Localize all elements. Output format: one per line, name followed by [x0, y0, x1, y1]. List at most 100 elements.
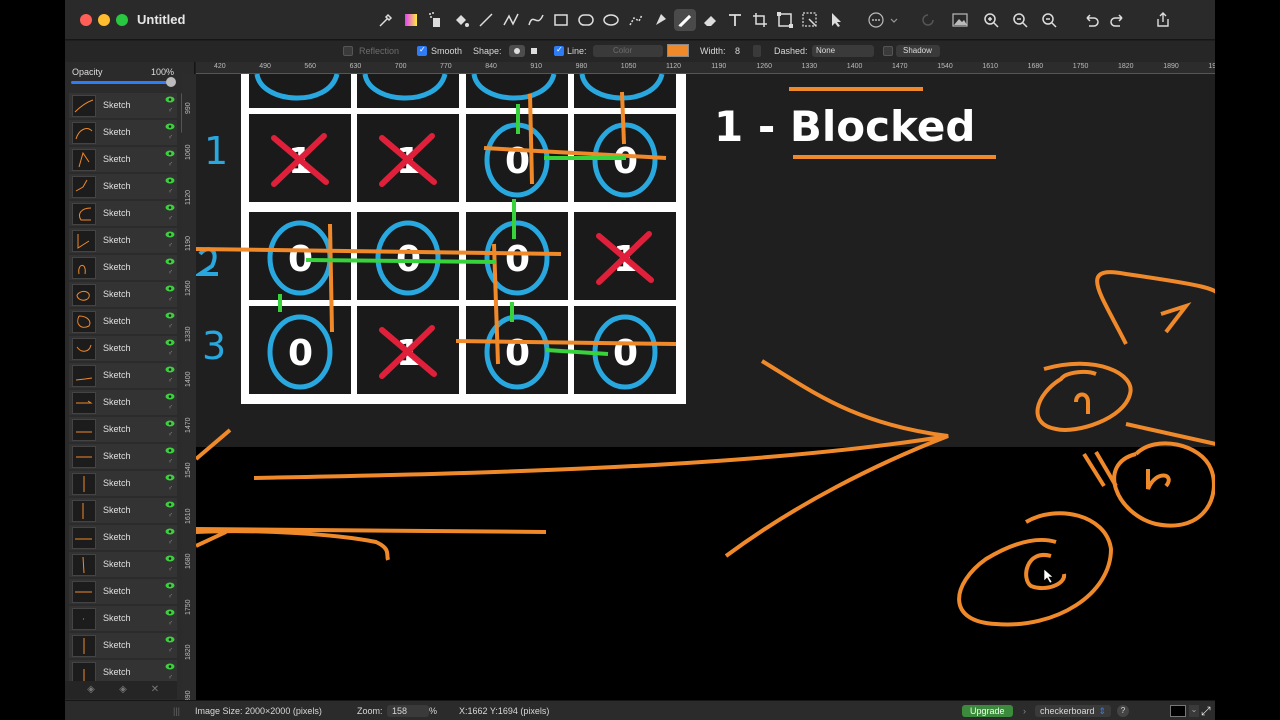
- share-icon[interactable]: [1152, 9, 1174, 31]
- layer-row[interactable]: Sketch ♂: [69, 282, 177, 308]
- shape-round-button[interactable]: [509, 45, 525, 57]
- merge-layer-icon[interactable]: ◈: [111, 684, 135, 696]
- eye-icon[interactable]: [165, 663, 175, 670]
- link-icon[interactable]: ♂: [168, 485, 173, 492]
- lasso-icon[interactable]: [625, 9, 647, 31]
- eye-icon[interactable]: [165, 420, 175, 427]
- rectangle-icon[interactable]: [550, 9, 572, 31]
- pointer-icon[interactable]: [825, 9, 847, 31]
- link-icon[interactable]: ♂: [168, 161, 173, 168]
- eye-icon[interactable]: [165, 339, 175, 346]
- link-icon[interactable]: ♂: [168, 350, 173, 357]
- link-icon[interactable]: ♂: [168, 296, 173, 303]
- layer-row[interactable]: Sketch ♂: [69, 417, 177, 443]
- link-icon[interactable]: ♂: [168, 647, 173, 654]
- layer-row[interactable]: Sketch ♂: [69, 633, 177, 659]
- color-field[interactable]: Color: [593, 45, 663, 57]
- zoom-in-icon[interactable]: [1009, 9, 1031, 31]
- layer-row[interactable]: Sketch ♂: [69, 228, 177, 254]
- layer-row[interactable]: Sketch ♂: [69, 174, 177, 200]
- link-icon[interactable]: ♂: [168, 674, 173, 681]
- more-icon[interactable]: [865, 9, 887, 31]
- eye-icon[interactable]: [165, 528, 175, 535]
- width-value[interactable]: 8: [735, 46, 740, 56]
- layer-row[interactable]: Sketch ♂: [69, 498, 177, 524]
- transform-icon[interactable]: [774, 9, 796, 31]
- link-icon[interactable]: ♂: [168, 593, 173, 600]
- eye-icon[interactable]: [165, 366, 175, 373]
- eye-icon[interactable]: [165, 258, 175, 265]
- shape-square-button[interactable]: [531, 48, 537, 54]
- layer-row[interactable]: Sketch ♂: [69, 201, 177, 227]
- swatch-dropdown[interactable]: ⌄: [1189, 705, 1199, 717]
- polyline-icon[interactable]: [500, 9, 522, 31]
- link-icon[interactable]: ♂: [168, 404, 173, 411]
- ellipse-icon[interactable]: [600, 9, 622, 31]
- eye-icon[interactable]: [165, 312, 175, 319]
- eye-icon[interactable]: [165, 393, 175, 400]
- help-button[interactable]: ?: [1117, 705, 1129, 717]
- link-icon[interactable]: ♂: [168, 539, 173, 546]
- eye-icon[interactable]: [165, 447, 175, 454]
- fullscreen-icon[interactable]: ⤢: [1201, 704, 1211, 719]
- close-window-button[interactable]: [80, 14, 92, 26]
- redo-icon[interactable]: [1107, 9, 1129, 31]
- eye-icon[interactable]: [165, 285, 175, 292]
- layer-row[interactable]: Sketch ♂: [69, 579, 177, 605]
- layer-row[interactable]: Sketch ♂: [69, 363, 177, 389]
- crop-icon[interactable]: [749, 9, 771, 31]
- layer-row[interactable]: Sketch ♂: [69, 255, 177, 281]
- line-icon[interactable]: [475, 9, 497, 31]
- link-icon[interactable]: ♂: [168, 377, 173, 384]
- zoom-fit-icon[interactable]: [980, 9, 1002, 31]
- curve-icon[interactable]: [525, 9, 547, 31]
- link-icon[interactable]: ♂: [168, 431, 173, 438]
- eye-icon[interactable]: [165, 609, 175, 616]
- link-icon[interactable]: ♂: [168, 512, 173, 519]
- eye-icon[interactable]: [165, 582, 175, 589]
- background-color-swatch[interactable]: [1170, 705, 1186, 717]
- eye-icon[interactable]: [165, 177, 175, 184]
- eye-icon[interactable]: [165, 555, 175, 562]
- layer-row[interactable]: Sketch ♂: [69, 120, 177, 146]
- reflection-checkbox[interactable]: [343, 46, 353, 56]
- opacity-slider-knob[interactable]: [166, 77, 176, 87]
- spray-icon[interactable]: [425, 9, 447, 31]
- rounded-rectangle-icon[interactable]: [575, 9, 597, 31]
- eraser-icon[interactable]: [699, 9, 721, 31]
- text-icon[interactable]: [724, 9, 746, 31]
- eye-icon[interactable]: [165, 474, 175, 481]
- fill-icon[interactable]: [450, 9, 472, 31]
- zoom-select[interactable]: 158: [387, 705, 429, 717]
- link-icon[interactable]: ♂: [168, 188, 173, 195]
- shadow-button[interactable]: Shadow: [896, 45, 940, 57]
- eye-icon[interactable]: [165, 96, 175, 103]
- line-checkbox[interactable]: [554, 45, 564, 56]
- layer-row[interactable]: Sketch ♂: [69, 660, 177, 681]
- image-adjust-icon[interactable]: [949, 9, 971, 31]
- eye-icon[interactable]: [165, 204, 175, 211]
- dashed-select[interactable]: None: [812, 45, 874, 57]
- link-icon[interactable]: ♂: [168, 215, 173, 222]
- smooth-checkbox[interactable]: [417, 45, 427, 56]
- layer-row[interactable]: Sketch ♂: [69, 147, 177, 173]
- layer-row[interactable]: Sketch ♂: [69, 552, 177, 578]
- pen-icon[interactable]: [650, 9, 672, 31]
- link-icon[interactable]: ♂: [168, 107, 173, 114]
- magic-wand-icon[interactable]: [799, 9, 821, 31]
- layer-row[interactable]: Sketch ♂: [69, 444, 177, 470]
- minimize-window-button[interactable]: [98, 14, 110, 26]
- eye-icon[interactable]: [165, 123, 175, 130]
- undo-icon[interactable]: [1080, 9, 1102, 31]
- layer-row[interactable]: Sketch ♂: [69, 525, 177, 551]
- gradient-icon[interactable]: [400, 9, 422, 31]
- link-icon[interactable]: ♂: [168, 242, 173, 249]
- upgrade-button[interactable]: Upgrade: [962, 705, 1013, 717]
- zoom-out-icon[interactable]: [1038, 9, 1060, 31]
- delete-layer-icon[interactable]: ✕: [143, 684, 167, 696]
- width-stepper[interactable]: [753, 45, 761, 57]
- link-icon[interactable]: ♂: [168, 269, 173, 276]
- background-select[interactable]: checkerboard ⇕: [1035, 705, 1112, 717]
- link-icon[interactable]: ♂: [168, 134, 173, 141]
- link-icon[interactable]: ♂: [168, 620, 173, 627]
